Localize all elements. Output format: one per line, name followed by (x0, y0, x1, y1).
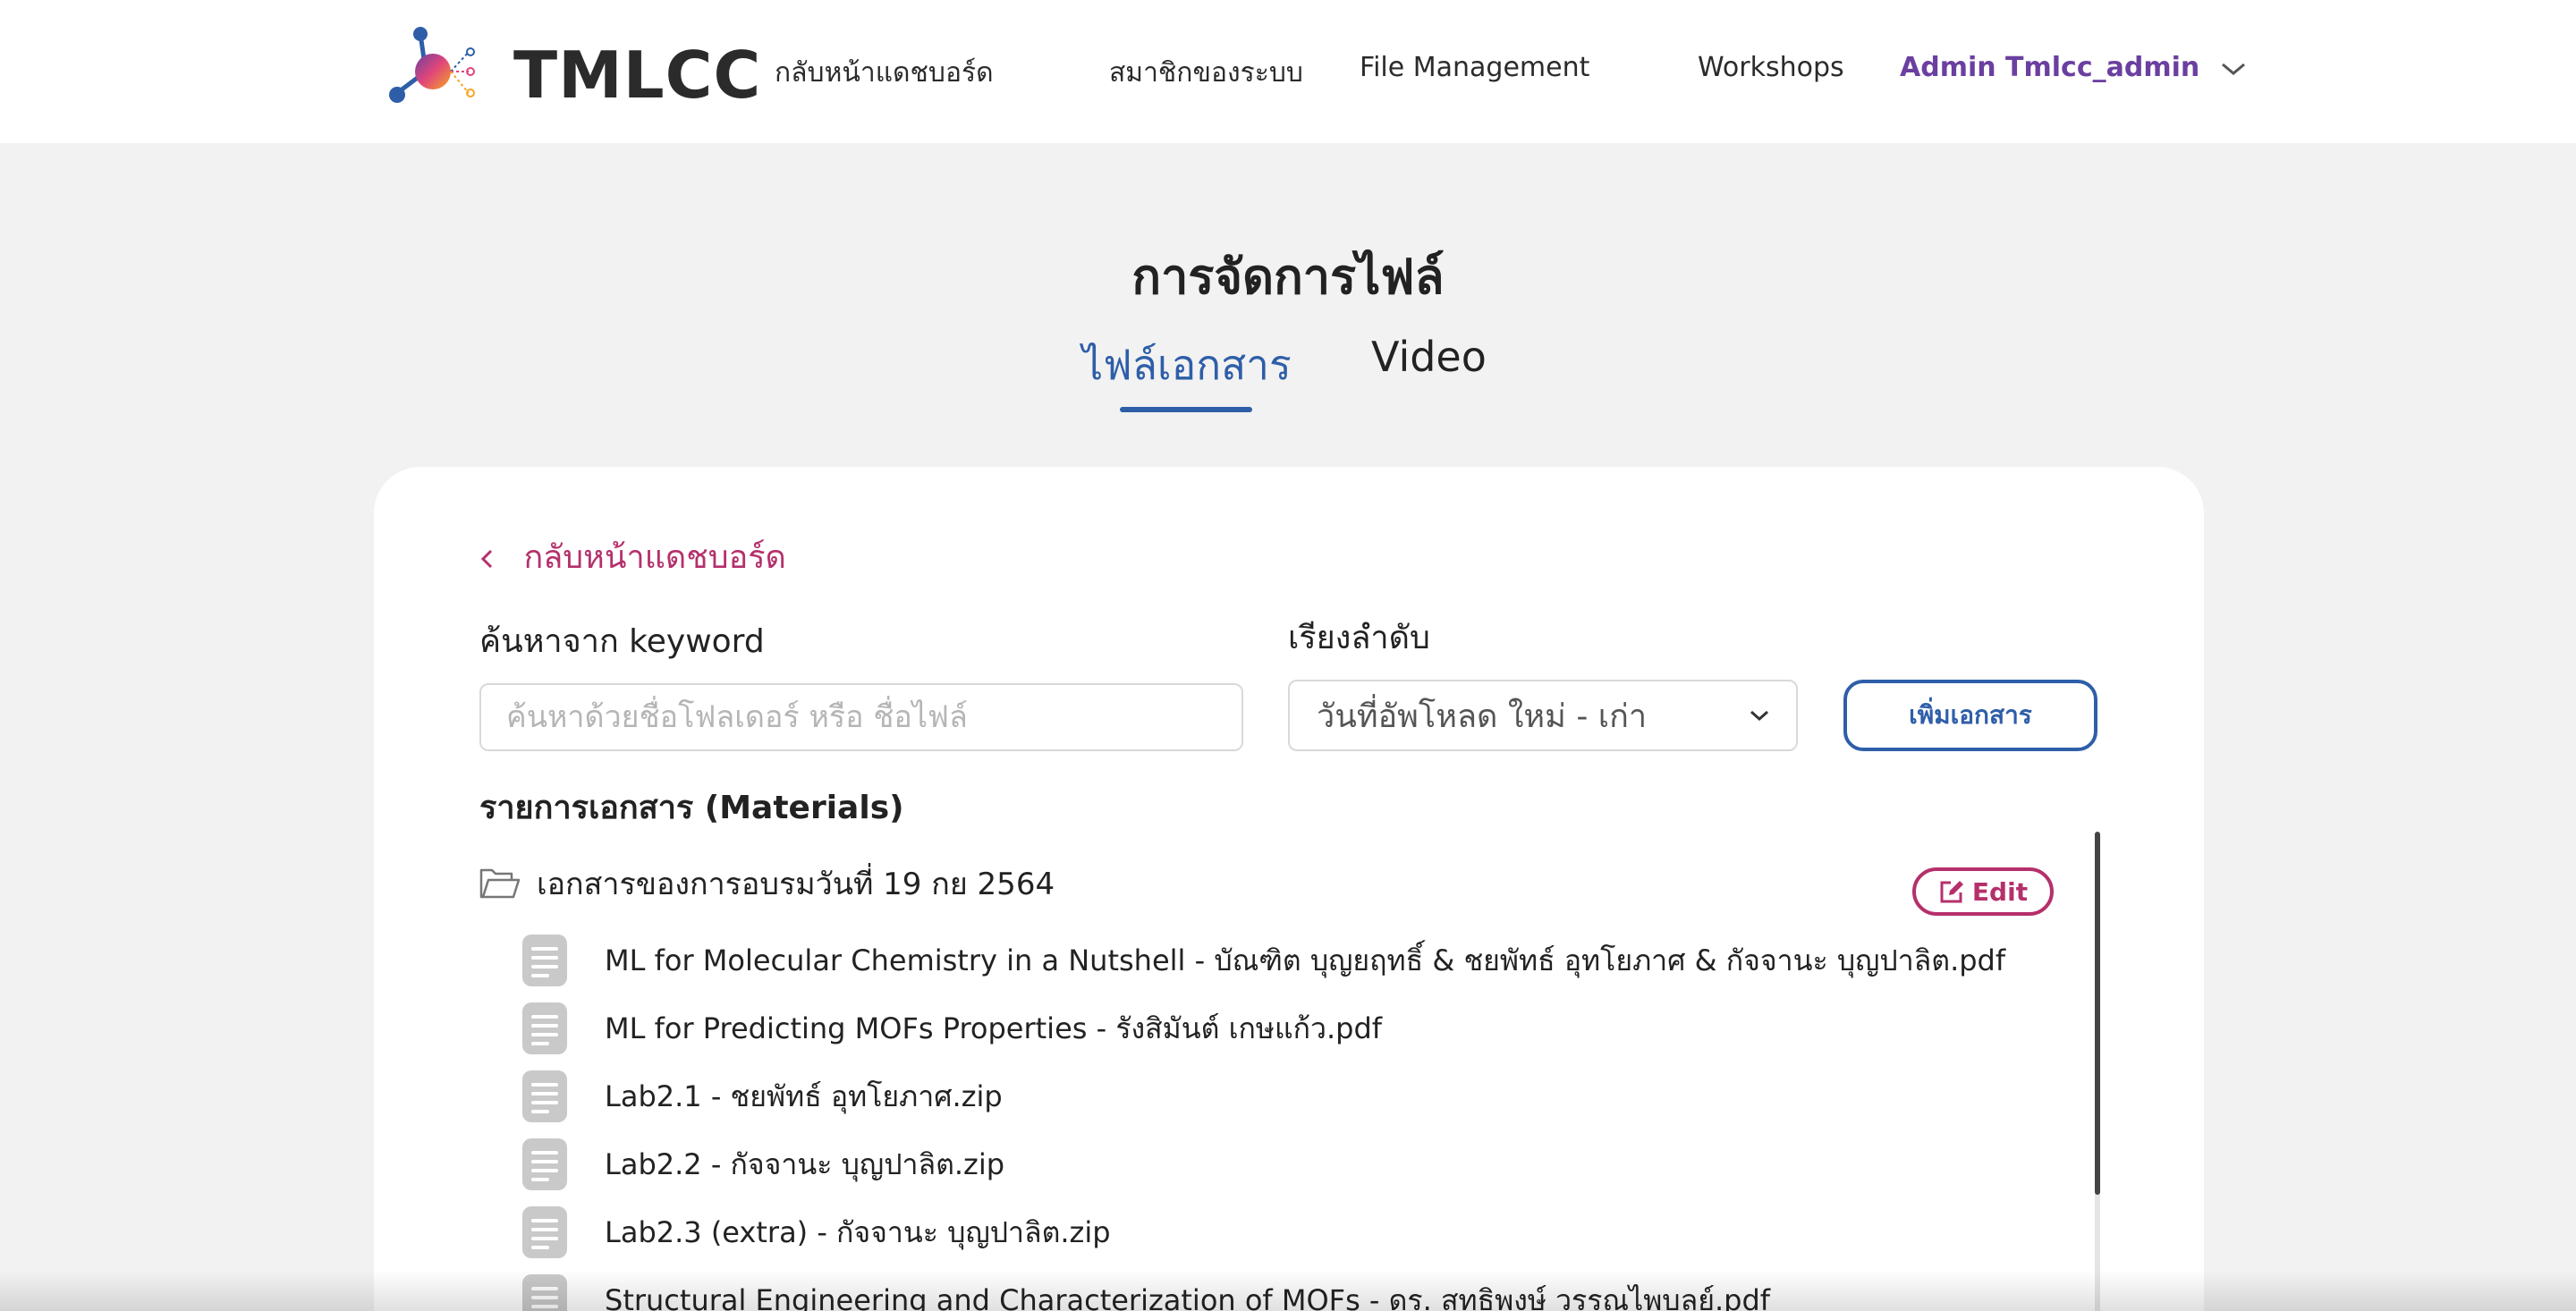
nav-item-workshops[interactable]: Workshops (1698, 52, 1844, 83)
back-to-dashboard-link[interactable]: กลับหน้าแดชบอร์ด (479, 531, 786, 582)
sort-selected-value: วันที่อัพโหลด ใหม่ - เก่า (1317, 698, 1648, 735)
logo-text: TMLCC (513, 38, 762, 113)
chevron-left-icon (480, 549, 493, 569)
folder-row[interactable]: เอกสารของการอบรมวันที่ 19 กย 2564 (479, 860, 1055, 907)
file-item[interactable]: ML for Molecular Chemistry in a Nutshell… (522, 934, 2005, 987)
file-name: Lab2.2 - กัจจานะ บุญปาลิต.zip (605, 1146, 1005, 1181)
edit-folder-button[interactable]: Edit (1912, 867, 2054, 916)
logo-molecule-icon (389, 27, 475, 103)
file-name: Lab2.1 - ชยพัทธ์ อุทโยภาศ.zip (605, 1078, 1003, 1113)
user-name: Admin Tmlcc_admin (1900, 52, 2200, 83)
file-name: Lab2.3 (extra) - กัจจานะ บุญปาลิต.zip (605, 1214, 1111, 1249)
chevron-down-icon (1750, 710, 1768, 722)
nav-item-members[interactable]: สมาชิกของระบบ (1109, 52, 1303, 94)
scrollbar-thumb[interactable] (2095, 832, 2100, 1195)
document-icon (522, 1274, 567, 1311)
folder-open-icon (479, 868, 521, 899)
sort-label: เรียงลำดับ (1288, 620, 1430, 656)
top-navbar: TMLCC กลับหน้าแดชบอร์ด สมาชิกของระบบ Fil… (0, 0, 2576, 143)
logo[interactable]: TMLCC (381, 25, 760, 114)
edit-label: Edit (1971, 876, 2029, 907)
file-item[interactable]: Lab2.2 - กัจจานะ บุญปาลิต.zip (522, 1138, 1004, 1191)
sort-select[interactable]: วันที่อัพโหลด ใหม่ - เก่า (1288, 680, 1798, 751)
add-document-button[interactable]: เพิ่มเอกสาร (1843, 680, 2097, 751)
back-link-label: กลับหน้าแดชบอร์ด (523, 539, 786, 576)
chevron-down-icon (2221, 63, 2245, 75)
document-icon (522, 1206, 567, 1258)
document-icon (522, 1070, 567, 1122)
scrollbar[interactable] (2095, 832, 2100, 1311)
search-label: ค้นหาจาก keyword (479, 623, 765, 660)
edit-icon (1940, 881, 1963, 903)
document-icon (522, 1002, 567, 1054)
nav-item-dashboard[interactable]: กลับหน้าแดชบอร์ด (775, 52, 994, 94)
file-item[interactable]: Structural Engineering and Characterizat… (522, 1273, 1770, 1311)
file-name: ML for Predicting MOFs Properties - รังส… (605, 1011, 1383, 1045)
nav-item-file-management[interactable]: File Management (1360, 52, 1589, 83)
search-input[interactable] (479, 683, 1243, 751)
file-management-card: กลับหน้าแดชบอร์ด ค้นหาจาก keyword เรียงล… (374, 467, 2204, 1311)
active-tab-indicator (1120, 407, 1252, 412)
file-name: ML for Molecular Chemistry in a Nutshell… (605, 943, 2006, 977)
tab-video[interactable]: Video (1371, 333, 1487, 381)
file-item[interactable]: Lab2.3 (extra) - กัจจานะ บุญปาลิต.zip (522, 1205, 1111, 1259)
file-item[interactable]: ML for Predicting MOFs Properties - รังส… (522, 1002, 1382, 1055)
folder-name: เอกสารของการอบรมวันที่ 19 กย 2564 (537, 867, 1055, 902)
file-item[interactable]: Lab2.1 - ชยพัทธ์ อุทโยภาศ.zip (522, 1070, 1003, 1123)
page-title: การจัดการไฟล์ (1131, 249, 1445, 305)
file-name: Structural Engineering and Characterizat… (605, 1282, 1771, 1311)
document-icon (522, 935, 567, 986)
tab-documents[interactable]: ไฟล์เอกสาร (1082, 333, 1292, 398)
document-icon (522, 1138, 567, 1190)
user-menu[interactable]: Admin Tmlcc_admin (1900, 52, 2247, 83)
section-title: รายการเอกสาร (Materials) (479, 790, 904, 826)
